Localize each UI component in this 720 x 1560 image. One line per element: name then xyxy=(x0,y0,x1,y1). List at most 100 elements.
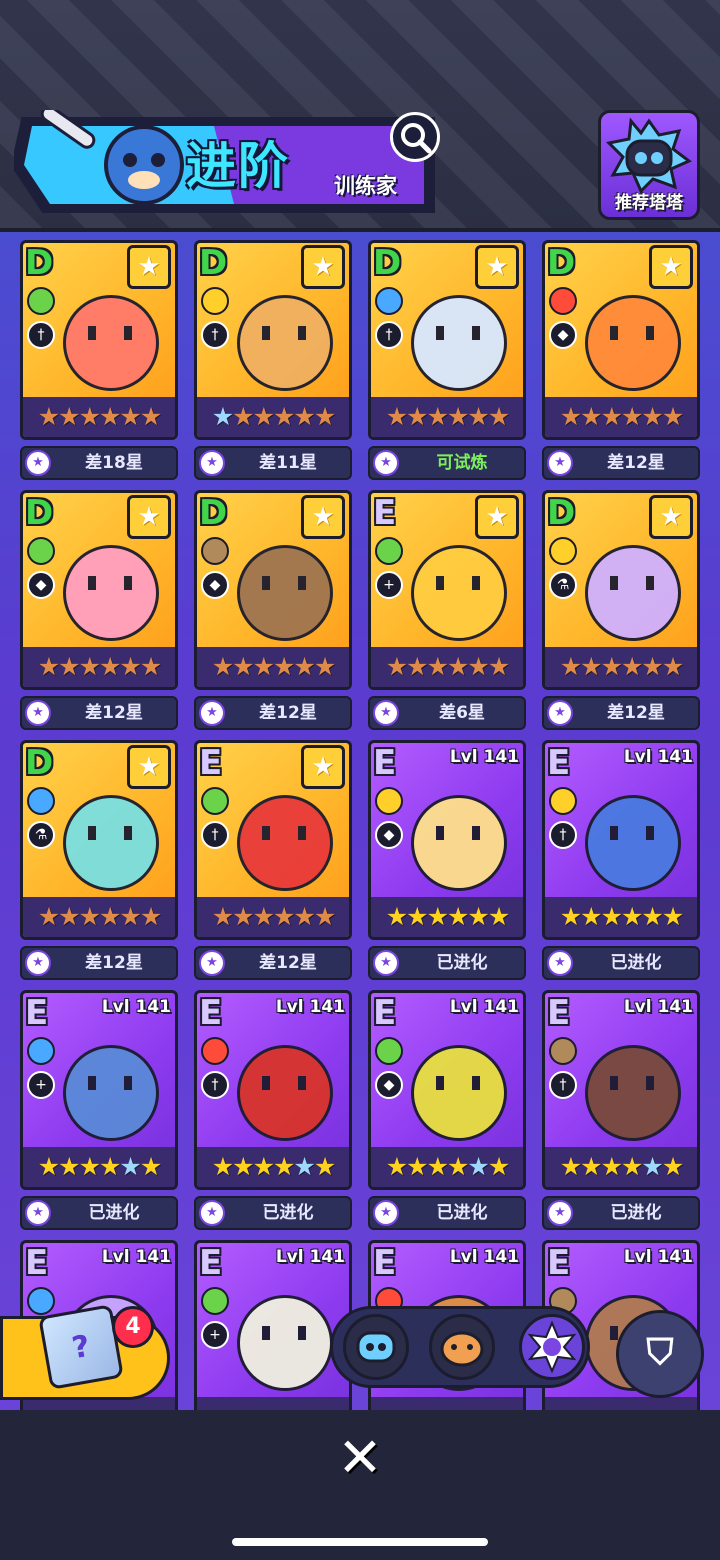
close-icon: ✕ xyxy=(337,1426,383,1489)
star-rating xyxy=(545,1397,697,1410)
star-badge-icon: ★ xyxy=(301,745,345,789)
evolve-status-bar[interactable]: ★ 已进化 xyxy=(368,1196,526,1230)
evolve-badge-icon: ★ xyxy=(373,450,399,476)
star-icon: ★ xyxy=(211,652,234,681)
star-icon: ★ xyxy=(252,652,275,681)
monster-card[interactable]: D ◆ ★ ★ ★ ★ ★ ★ ★ xyxy=(542,240,700,440)
star-icon: ★ xyxy=(37,652,60,681)
monster-portrait xyxy=(585,795,681,891)
monster-card[interactable]: E + Lvl 141 ★ ★ ★ ★ ★ ★ xyxy=(20,990,178,1190)
star-icon: ★ xyxy=(211,902,234,931)
element-icon xyxy=(201,787,229,815)
evolve-status-bar[interactable]: ★ 差6星 xyxy=(368,696,526,730)
filter-button[interactable]: ⛉ xyxy=(616,1310,704,1398)
monster-card[interactable]: E + ★ ★ ★ ★ ★ ★ ★ xyxy=(368,490,526,690)
monster-portrait xyxy=(585,295,681,391)
monster-card[interactable]: D † ★ ★ ★ ★ ★ ★ ★ xyxy=(194,240,352,440)
star-icon: ★ xyxy=(661,652,684,681)
evolve-status-bar[interactable]: ★ 差12星 xyxy=(20,946,178,980)
grade-label: E xyxy=(373,1243,397,1283)
recommend-button[interactable]: 推荐塔塔 xyxy=(598,110,700,220)
evolve-status-bar[interactable]: ★ 已进化 xyxy=(20,1196,178,1230)
monster-portrait xyxy=(411,795,507,891)
monster-portrait xyxy=(411,545,507,641)
evolve-badge-icon: ★ xyxy=(25,950,51,976)
heal-icon: + xyxy=(27,1071,55,1099)
star-rating: ★ ★ ★ ★ ★ ★ xyxy=(23,397,175,437)
monster-card[interactable]: D † ★ ★ ★ ★ ★ ★ ★ xyxy=(368,240,526,440)
monster-card[interactable]: D ⚗ ★ ★ ★ ★ ★ ★ ★ xyxy=(542,490,700,690)
star-icon: ★ xyxy=(37,902,60,931)
close-button[interactable]: ✕ xyxy=(330,1428,390,1488)
sword-icon: † xyxy=(201,821,229,849)
evolve-status-text: 差18星 xyxy=(85,453,143,473)
grade-label: D xyxy=(373,243,402,283)
star-icon: ★ xyxy=(252,1152,275,1181)
star-icon: ★ xyxy=(600,902,623,931)
star-icon: ★ xyxy=(600,402,623,431)
shield-icon: ◆ xyxy=(375,1071,403,1099)
evolve-status-bar[interactable]: ★ 差12星 xyxy=(542,696,700,730)
level-label: Lvl 141 xyxy=(101,1247,171,1267)
element-icon xyxy=(375,537,403,565)
evolve-status-bar[interactable]: ★ 已进化 xyxy=(542,946,700,980)
pet-view-button[interactable] xyxy=(429,1314,495,1380)
star-rating: ★ ★ ★ ★ ★ ★ xyxy=(197,647,349,687)
evolve-status-bar[interactable]: ★ 差12星 xyxy=(194,946,352,980)
monster-card[interactable]: E ◆ Lvl 141 ★ ★ ★ ★ ★ ★ xyxy=(368,990,526,1190)
evolve-status-bar[interactable]: ★ 差18星 xyxy=(20,446,178,480)
gift-box-button[interactable]: ? 4 xyxy=(0,1304,172,1406)
evolve-view-button[interactable] xyxy=(519,1314,585,1380)
mystery-box-icon: ? xyxy=(38,1304,124,1390)
potion-icon: ⚗ xyxy=(27,821,55,849)
evolve-status-bar[interactable]: ★ 已进化 xyxy=(194,1196,352,1230)
monster-card[interactable]: D ◆ ★ ★ ★ ★ ★ ★ ★ xyxy=(194,490,352,690)
gift-count-badge: 4 xyxy=(112,1306,154,1348)
evolve-badge-icon: ★ xyxy=(25,700,51,726)
star-icon: ★ xyxy=(232,652,254,681)
star-icon: ★ xyxy=(78,652,101,681)
evolve-status-text: 已进化 xyxy=(436,1203,488,1223)
monster-portrait xyxy=(411,295,507,391)
monster-card[interactable]: E † ★ ★ ★ ★ ★ ★ ★ xyxy=(194,740,352,940)
monster-portrait xyxy=(237,1045,333,1141)
star-rating: ★ ★ ★ ★ ★ ★ xyxy=(23,897,175,937)
evolve-status-bar[interactable]: ★ 已进化 xyxy=(542,1196,700,1230)
star-rating: ★ ★ ★ ★ ★ ★ xyxy=(371,647,523,687)
robot-view-button[interactable] xyxy=(343,1314,409,1380)
star-icon: ★ xyxy=(273,1152,295,1181)
monster-card[interactable]: E ◆ Lvl 141 ★ ★ ★ ★ ★ ★ xyxy=(368,740,526,940)
evolve-status-bar[interactable]: ★ 已进化 xyxy=(368,946,526,980)
monster-card[interactable]: E + Lvl 141 xyxy=(194,1240,352,1410)
monster-card[interactable]: E † Lvl 141 ★ ★ ★ ★ ★ ★ xyxy=(542,740,700,940)
monster-card[interactable]: D † ★ ★ ★ ★ ★ ★ ★ xyxy=(20,240,178,440)
evolve-status-bar[interactable]: ★ 可试炼 xyxy=(368,446,526,480)
search-button[interactable] xyxy=(390,112,440,162)
evolve-badge-icon: ★ xyxy=(199,700,225,726)
monster-card[interactable]: E † Lvl 141 ★ ★ ★ ★ ★ ★ xyxy=(194,990,352,1190)
monster-card[interactable]: E † Lvl 141 ★ ★ ★ ★ ★ ★ xyxy=(542,990,700,1190)
evolve-badge-icon: ★ xyxy=(547,1200,573,1226)
star-icon: ★ xyxy=(447,902,469,931)
shield-icon: ◆ xyxy=(201,571,229,599)
home-indicator[interactable] xyxy=(232,1538,488,1546)
star-icon: ★ xyxy=(232,902,254,931)
star-icon: ★ xyxy=(119,1152,141,1181)
star-icon: ★ xyxy=(139,402,162,431)
evolve-status-bar[interactable]: ★ 差12星 xyxy=(194,696,352,730)
star-rating xyxy=(197,1397,349,1410)
star-icon: ★ xyxy=(385,1152,408,1181)
grade-label: D xyxy=(199,243,228,283)
monster-card[interactable]: D ⚗ ★ ★ ★ ★ ★ ★ ★ xyxy=(20,740,178,940)
grade-label: E xyxy=(547,993,571,1033)
evolve-status-bar[interactable]: ★ 差12星 xyxy=(542,446,700,480)
element-icon xyxy=(201,1287,229,1315)
star-icon: ★ xyxy=(467,402,489,431)
monster-card[interactable]: D ◆ ★ ★ ★ ★ ★ ★ ★ xyxy=(20,490,178,690)
star-badge-icon: ★ xyxy=(127,495,171,539)
star-icon: ★ xyxy=(252,402,275,431)
evolve-status-bar[interactable]: ★ 差11星 xyxy=(194,446,352,480)
evolve-status-bar[interactable]: ★ 差12星 xyxy=(20,696,178,730)
grade-label: D xyxy=(25,243,54,283)
star-icon: ★ xyxy=(37,1152,60,1181)
